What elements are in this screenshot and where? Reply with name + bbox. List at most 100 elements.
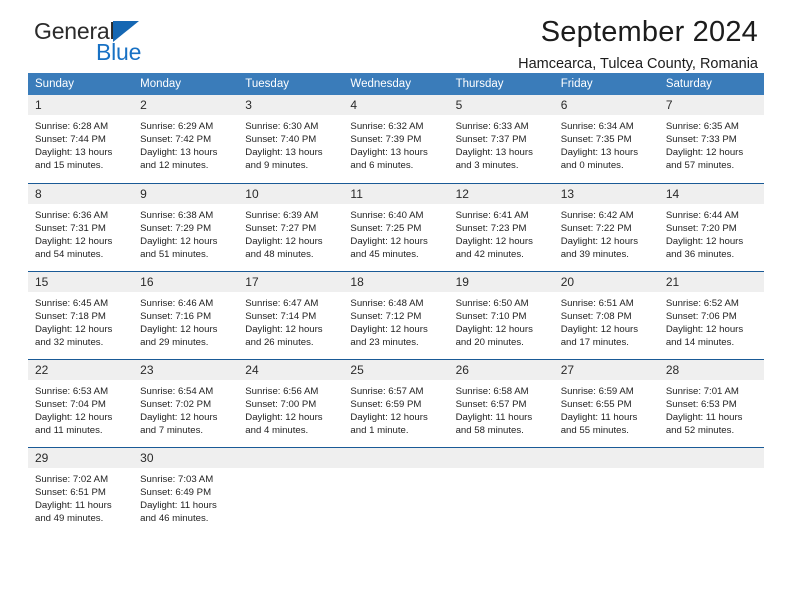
sunrise-time: Sunrise: 6:54 AM	[140, 385, 214, 397]
calendar-body: 1 Sunrise: 6:28 AM Sunset: 7:44 PM Daylight…	[28, 95, 764, 535]
day-number: 1	[28, 95, 134, 115]
daylight-duration-line2: and 23 minutes.	[350, 336, 419, 348]
daylight-duration-line1: Daylight: 11 hours	[560, 411, 638, 423]
calendar-day-cell[interactable]: 12 Sunrise: 6:41 AM Sunset: 7:23 PM Dayligh…	[448, 182, 554, 271]
sunrise-time: Sunrise: 6:57 AM	[350, 385, 424, 397]
calendar-day-cell[interactable]: 3 Sunrise: 6:30 AM Sunset: 7:40 PM Daylight…	[238, 95, 344, 183]
sunrise-time: Sunrise: 6:48 AM	[350, 297, 424, 309]
daylight-duration-line1: Daylight: 11 hours	[140, 499, 217, 511]
daylight-duration-line1: Daylight: 12 hours	[245, 323, 323, 335]
day-number	[238, 447, 344, 468]
calendar-day-cell[interactable]: 28 Sunrise: 7:01 AM Sunset: 6:53 PM Dayligh…	[658, 358, 764, 447]
day-number: 13	[553, 183, 659, 204]
day-number: 11	[343, 183, 449, 204]
day-number	[343, 447, 449, 468]
day-number: 29	[28, 447, 134, 468]
daylight-duration-line2: and 26 minutes.	[245, 336, 314, 348]
sunset-time: Sunset: 7:00 PM	[245, 398, 317, 410]
calendar-day-cell[interactable]: 29 Sunrise: 7:02 AM Sunset: 6:51 PM Dayligh…	[28, 446, 134, 535]
calendar-day-cell-empty	[238, 446, 344, 535]
daylight-duration-line2: and 12 minutes.	[140, 160, 209, 172]
sunset-time: Sunset: 7:23 PM	[455, 222, 527, 234]
weekday-header-monday: Monday	[133, 73, 239, 95]
daylight-duration-line1: Daylight: 12 hours	[665, 147, 744, 159]
sunset-time: Sunset: 7:27 PM	[245, 222, 317, 234]
day-number: 30	[133, 447, 239, 468]
day-details: Sunrise: 6:38 AM Sunset: 7:29 PM Daylight:…	[133, 204, 238, 261]
sunrise-time: Sunrise: 6:56 AM	[245, 385, 319, 397]
day-number: 8	[28, 183, 134, 204]
calendar-day-cell[interactable]: 21 Sunrise: 6:52 AM Sunset: 7:06 PM Dayligh…	[658, 270, 764, 359]
daylight-duration-line1: Daylight: 12 hours	[455, 323, 533, 335]
day-details: Sunrise: 6:44 AM Sunset: 7:20 PM Daylight:…	[659, 204, 764, 261]
calendar-day-cell[interactable]: 25 Sunrise: 6:57 AM Sunset: 6:59 PM Dayligh…	[343, 358, 449, 447]
day-details: Sunrise: 6:35 AM Sunset: 7:33 PM Daylight:…	[659, 115, 764, 172]
calendar-day-cell[interactable]: 22 Sunrise: 6:53 AM Sunset: 7:04 PM Dayligh…	[28, 358, 134, 447]
sunrise-time: Sunrise: 6:46 AM	[140, 297, 214, 309]
calendar-day-cell[interactable]: 11 Sunrise: 6:40 AM Sunset: 7:25 PM Dayligh…	[343, 182, 449, 271]
sunset-time: Sunset: 7:42 PM	[140, 134, 212, 146]
daylight-duration-line1: Daylight: 12 hours	[245, 411, 323, 423]
sunset-time: Sunset: 7:22 PM	[560, 222, 632, 234]
day-number: 4	[343, 95, 449, 115]
calendar-day-cell[interactable]: 26 Sunrise: 6:58 AM Sunset: 6:57 PM Dayligh…	[448, 358, 554, 447]
sunrise-time: Sunrise: 6:50 AM	[455, 297, 529, 309]
daylight-duration-line1: Daylight: 12 hours	[140, 235, 218, 247]
daylight-duration-line2: and 45 minutes.	[350, 248, 419, 260]
daylight-duration-line2: and 6 minutes.	[350, 160, 414, 172]
day-details: Sunrise: 6:54 AM Sunset: 7:02 PM Daylight:…	[133, 380, 238, 437]
sunset-time: Sunset: 7:44 PM	[35, 134, 106, 146]
day-details	[449, 468, 554, 473]
calendar-day-cell[interactable]: 20 Sunrise: 6:51 AM Sunset: 7:08 PM Dayligh…	[553, 270, 659, 359]
day-number: 17	[238, 271, 344, 292]
calendar-day-cell[interactable]: 7 Sunrise: 6:35 AM Sunset: 7:33 PM Daylight…	[658, 95, 764, 183]
daylight-duration-line1: Daylight: 13 hours	[140, 147, 218, 159]
calendar-day-cell[interactable]: 30 Sunrise: 7:03 AM Sunset: 6:49 PM Dayligh…	[133, 446, 239, 535]
calendar-day-cell[interactable]: 13 Sunrise: 6:42 AM Sunset: 7:22 PM Dayligh…	[553, 182, 659, 271]
calendar-day-cell[interactable]: 27 Sunrise: 6:59 AM Sunset: 6:55 PM Dayligh…	[553, 358, 659, 447]
calendar-day-cell[interactable]: 15 Sunrise: 6:45 AM Sunset: 7:18 PM Dayligh…	[28, 270, 134, 359]
calendar-day-cell[interactable]: 2 Sunrise: 6:29 AM Sunset: 7:42 PM Daylight…	[133, 95, 239, 183]
sunset-time: Sunset: 7:20 PM	[665, 222, 737, 234]
calendar-day-cell[interactable]: 17 Sunrise: 6:47 AM Sunset: 7:14 PM Dayligh…	[238, 270, 344, 359]
calendar-day-cell[interactable]: 9 Sunrise: 6:38 AM Sunset: 7:29 PM Daylight…	[133, 182, 239, 271]
logo: General Blue	[34, 18, 234, 70]
calendar-day-cell[interactable]: 23 Sunrise: 6:54 AM Sunset: 7:02 PM Dayligh…	[133, 358, 239, 447]
calendar-day-cell[interactable]: 8 Sunrise: 6:36 AM Sunset: 7:31 PM Daylight…	[28, 182, 134, 271]
calendar-week-row: 8 Sunrise: 6:36 AM Sunset: 7:31 PM Daylight…	[28, 182, 764, 271]
sunrise-time: Sunrise: 6:47 AM	[245, 297, 319, 309]
daylight-duration-line2: and 9 minutes.	[245, 160, 309, 172]
calendar-page: General Blue September 2024 Hamcearca, T…	[0, 0, 792, 612]
calendar-day-cell[interactable]: 18 Sunrise: 6:48 AM Sunset: 7:12 PM Dayligh…	[343, 270, 449, 359]
sunrise-time: Sunrise: 7:01 AM	[665, 385, 739, 397]
day-number: 16	[133, 271, 239, 292]
calendar-day-cell[interactable]: 4 Sunrise: 6:32 AM Sunset: 7:39 PM Daylight…	[343, 95, 449, 183]
sunrise-time: Sunrise: 6:53 AM	[35, 385, 109, 397]
daylight-duration-line1: Daylight: 11 hours	[35, 499, 112, 511]
daylight-duration-line1: Daylight: 12 hours	[455, 235, 533, 247]
daylight-duration-line2: and 1 minute.	[350, 424, 409, 436]
day-details: Sunrise: 7:03 AM Sunset: 6:49 PM Daylight:…	[133, 468, 238, 525]
sunset-time: Sunset: 7:29 PM	[140, 222, 212, 234]
calendar-day-cell[interactable]: 14 Sunrise: 6:44 AM Sunset: 7:20 PM Dayligh…	[658, 182, 764, 271]
calendar-day-cell[interactable]: 19 Sunrise: 6:50 AM Sunset: 7:10 PM Dayligh…	[448, 270, 554, 359]
day-number: 9	[133, 183, 239, 204]
calendar-day-cell[interactable]: 5 Sunrise: 6:33 AM Sunset: 7:37 PM Daylight…	[448, 95, 554, 183]
sunset-time: Sunset: 7:18 PM	[35, 310, 106, 322]
day-details: Sunrise: 7:01 AM Sunset: 6:53 PM Daylight:…	[659, 380, 764, 437]
day-number: 7	[658, 95, 764, 115]
calendar-day-cell[interactable]: 10 Sunrise: 6:39 AM Sunset: 7:27 PM Dayligh…	[238, 182, 344, 271]
calendar-day-cell[interactable]: 1 Sunrise: 6:28 AM Sunset: 7:44 PM Daylight…	[28, 95, 134, 183]
page-subtitle: Hamcearca, Tulcea County, Romania	[518, 56, 758, 72]
calendar-day-cell[interactable]: 6 Sunrise: 6:34 AM Sunset: 7:35 PM Daylight…	[553, 95, 659, 183]
calendar-day-cell[interactable]: 24 Sunrise: 6:56 AM Sunset: 7:00 PM Dayligh…	[238, 358, 344, 447]
weekday-header-saturday: Saturday	[658, 73, 764, 95]
sunset-time: Sunset: 7:25 PM	[350, 222, 422, 234]
day-details: Sunrise: 6:39 AM Sunset: 7:27 PM Daylight:…	[238, 204, 343, 261]
calendar-day-cell[interactable]: 16 Sunrise: 6:46 AM Sunset: 7:16 PM Dayligh…	[133, 270, 239, 359]
daylight-duration-line2: and 7 minutes.	[140, 424, 204, 436]
page-header: General Blue September 2024 Hamcearca, T…	[28, 0, 764, 73]
sunrise-time: Sunrise: 7:03 AM	[140, 473, 214, 485]
sunset-time: Sunset: 7:12 PM	[350, 310, 422, 322]
day-details	[554, 468, 659, 473]
